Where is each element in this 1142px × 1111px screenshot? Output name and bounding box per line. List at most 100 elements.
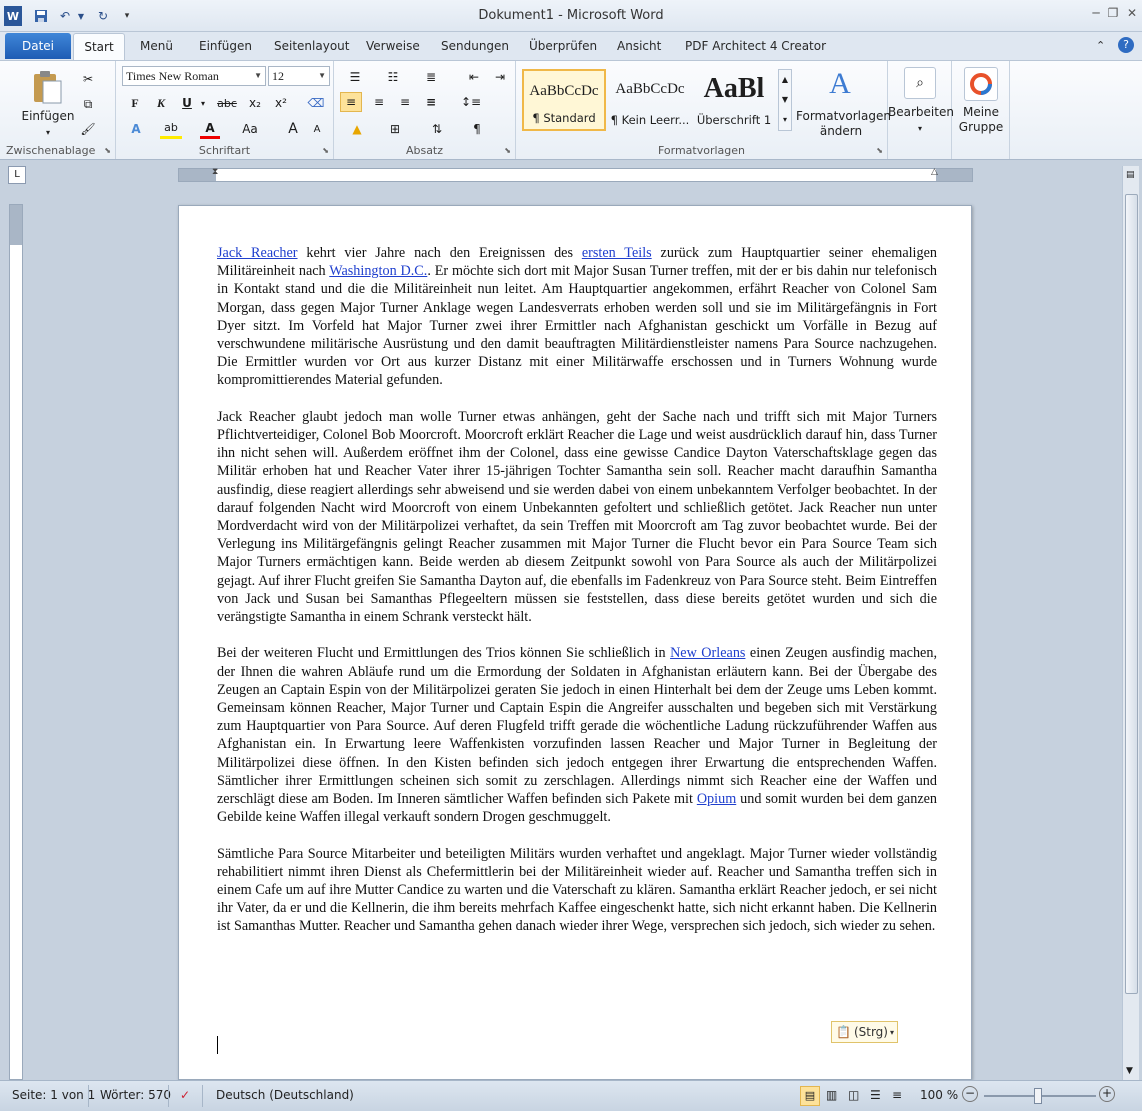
ruler-toggle-icon[interactable]: ▤ (1126, 170, 1135, 180)
indent-marker-icon[interactable]: ⧗ (212, 167, 218, 177)
ribbon-collapse-icon[interactable]: ⌃ (1096, 39, 1105, 52)
shading-icon[interactable]: ▲ (344, 119, 370, 139)
document-page[interactable]: Jack Reacher kehrt vier Jahre nach den E… (178, 205, 972, 1080)
close-icon[interactable]: ✕ (1122, 4, 1142, 22)
vertical-ruler[interactable] (9, 204, 23, 1080)
format-painter-icon[interactable]: 🖌 (78, 119, 98, 139)
show-formatting-icon[interactable]: ¶ (466, 119, 488, 139)
help-icon[interactable]: ? (1118, 37, 1134, 53)
change-case-button[interactable]: Aa (238, 119, 262, 139)
highlight-icon[interactable]: ab (160, 119, 182, 139)
styles-launcher-icon[interactable]: ⬊ (876, 146, 883, 155)
strikethrough-button[interactable]: abc (214, 93, 240, 113)
paste-dropdown-icon[interactable]: ▾ (40, 125, 56, 140)
link-opium[interactable]: Opium (697, 791, 736, 807)
tab-pdf-architect[interactable]: PDF Architect 4 Creator (685, 39, 826, 53)
binoculars-icon[interactable]: ⌕ (904, 67, 936, 99)
right-indent-marker-icon[interactable]: △ (931, 167, 938, 177)
full-screen-reading-icon[interactable]: ▥ (826, 1088, 837, 1102)
tab-review[interactable]: Überprüfen (529, 39, 597, 53)
multilevel-list-icon[interactable]: ≣ (418, 67, 444, 87)
text-effects-icon[interactable]: A (126, 119, 146, 139)
word-count[interactable]: Wörter: 570 (100, 1088, 171, 1102)
font-launcher-icon[interactable]: ⬊ (322, 146, 329, 155)
font-name-combo[interactable]: Times New Roman ▼ (122, 66, 266, 86)
tab-menu[interactable]: Menü (140, 39, 173, 53)
grow-font-button[interactable]: A (284, 119, 302, 139)
borders-icon[interactable]: ⊞ (382, 119, 408, 139)
style-heading-1[interactable]: AaBl Überschrift 1 (692, 69, 776, 131)
my-group-button[interactable]: Meine Gruppe (952, 105, 1010, 135)
scroll-down-icon[interactable]: ▼ (1126, 1066, 1133, 1076)
font-group-label: Schriftart (198, 144, 251, 157)
clear-formatting-icon[interactable]: ⌫ (306, 93, 326, 113)
document-body[interactable]: Jack Reacher kehrt vier Jahre nach den E… (217, 244, 937, 954)
copy-icon[interactable]: ⧉ (78, 94, 98, 114)
language[interactable]: Deutsch (Deutschland) (216, 1088, 354, 1102)
draft-icon[interactable]: ≡ (892, 1088, 902, 1102)
justify-icon[interactable]: ≡ (420, 92, 442, 112)
link-new-orleans[interactable]: New Orleans (670, 645, 745, 661)
change-styles-button[interactable]: Formatvorlagen ändern (796, 109, 891, 139)
shrink-font-button[interactable]: A (308, 119, 326, 139)
proofing-icon[interactable]: ✓ (180, 1088, 190, 1102)
superscript-button[interactable]: x² (270, 93, 292, 113)
scrollbar-thumb[interactable] (1125, 194, 1138, 994)
chevron-down-icon[interactable]: ▼ (318, 67, 326, 85)
sort-icon[interactable]: ⇅ (426, 119, 448, 139)
underline-dropdown-icon[interactable]: ▾ (198, 93, 208, 113)
cut-icon[interactable]: ✂ (78, 69, 98, 89)
zoom-level[interactable]: 100 % (920, 1088, 958, 1102)
tab-references[interactable]: Verweise (366, 39, 420, 53)
decrease-indent-icon[interactable]: ⇤ (464, 67, 484, 87)
vertical-scrollbar[interactable]: ▤ ▼ (1122, 166, 1139, 1080)
tab-page-layout[interactable]: Seitenlayout (274, 39, 349, 53)
paste-options-button[interactable]: 📋 (Strg) ▾ (831, 1021, 898, 1043)
page-count[interactable]: Seite: 1 von 1 (12, 1088, 95, 1102)
tab-start[interactable]: Start (73, 33, 125, 61)
italic-button[interactable]: K (152, 93, 170, 113)
zoom-out-icon[interactable]: − (962, 1086, 978, 1102)
zoom-slider-thumb[interactable] (1034, 1088, 1042, 1104)
bold-button[interactable]: F (126, 93, 144, 113)
link-washington[interactable]: Washington D.C. (329, 263, 427, 279)
styles-scroll[interactable]: ▲ ▼ ▾ (778, 69, 792, 131)
outline-icon[interactable]: ☰ (870, 1088, 881, 1102)
style-no-spacing[interactable]: AaBbCcDc ¶ Kein Leerr... (608, 69, 692, 131)
edit-button[interactable]: Bearbeiten (888, 105, 954, 120)
maximize-icon[interactable]: ❐ (1103, 4, 1123, 22)
link-ersten-teils[interactable]: ersten Teils (582, 245, 652, 261)
paste-button[interactable]: Einfügen (20, 109, 76, 124)
my-group-icon[interactable] (964, 67, 998, 101)
line-spacing-icon[interactable]: ↕≡ (458, 92, 484, 112)
tab-mailings[interactable]: Sendungen (441, 39, 509, 53)
bullets-icon[interactable]: ☰ (342, 67, 368, 87)
increase-indent-icon[interactable]: ⇥ (490, 67, 510, 87)
link-jack-reacher[interactable]: Jack Reacher (217, 245, 298, 261)
chevron-down-icon[interactable]: ▼ (254, 67, 262, 85)
clipboard-launcher-icon[interactable]: ⬊ (104, 146, 111, 155)
change-styles-icon[interactable]: A (824, 67, 856, 101)
font-size-combo[interactable]: 12 ▼ (268, 66, 330, 86)
tab-insert[interactable]: Einfügen (199, 39, 252, 53)
styles-group-label: Formatvorlagen (657, 144, 746, 157)
horizontal-ruler[interactable]: ⧗ △ (178, 167, 973, 182)
align-left-icon[interactable]: ≡ (340, 92, 362, 112)
word-window: W ↶ ▼ ↻ ▾ Dokument1 - Microsoft Word ─ ❐… (0, 0, 1142, 1111)
paste-icon[interactable] (30, 69, 66, 105)
style-standard[interactable]: AaBbCcDc ¶ Standard (522, 69, 606, 131)
tab-file[interactable]: Datei (5, 33, 71, 59)
align-right-icon[interactable]: ≡ (394, 92, 416, 112)
print-layout-icon[interactable]: ▤ (800, 1086, 820, 1106)
web-layout-icon[interactable]: ◫ (848, 1088, 859, 1102)
underline-button[interactable]: U (178, 93, 196, 113)
font-color-icon[interactable]: A (200, 119, 220, 139)
zoom-in-icon[interactable]: + (1099, 1086, 1115, 1102)
tab-view[interactable]: Ansicht (617, 39, 661, 53)
align-center-icon[interactable]: ≡ (368, 92, 390, 112)
numbering-icon[interactable]: ☷ (380, 67, 406, 87)
subscript-button[interactable]: x₂ (244, 93, 266, 113)
tab-selector-button[interactable]: L (8, 166, 26, 184)
edit-dropdown-icon[interactable]: ▾ (912, 121, 928, 136)
paragraph-launcher-icon[interactable]: ⬊ (504, 146, 511, 155)
